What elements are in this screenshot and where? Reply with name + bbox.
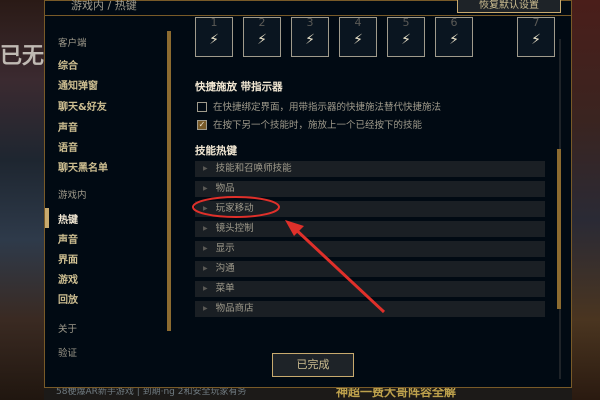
accordion-menu[interactable]: ▶ 菜单 [195,281,545,297]
accordion-label: 显示 [215,243,235,254]
accordion-label: 物品商店 [215,303,254,314]
nav-active-marker [45,208,49,228]
skills-title: 技能热键 [195,145,237,157]
key-slot-4[interactable]: 4 ⚡ [339,16,377,57]
nav-item-chat-blacklist[interactable]: 聊天黑名单 [58,159,108,174]
key-slot-6[interactable]: 6 ⚡ [435,16,473,57]
quickcast-option-1-label: 在快捷绑定界面，用带指示器的快捷施法替代快捷施法 [213,102,442,113]
nav-item-hotkeys[interactable]: 热键 [58,211,78,226]
accordion-abilities[interactable]: ▶ 技能和召唤师技能 [195,161,545,177]
lightning-icon: ⚡ [305,32,315,48]
nav-item-voice[interactable]: 语音 [58,139,78,154]
key-slot-2[interactable]: 2 ⚡ [243,16,281,57]
lightning-icon: ⚡ [353,32,363,48]
nav-section-client: 客户端 [58,38,87,49]
checkbox-unchecked[interactable] [197,101,207,112]
dialog-header: 游戏内 / 热键 恢复默认设置 [55,0,571,15]
nav-item-general[interactable]: 综合 [58,57,78,72]
triangle-right-icon: ▶ [203,225,208,232]
key-slot-1[interactable]: 1 ⚡ [195,16,233,57]
accordion-label: 物品 [215,183,235,194]
scrollbar-thumb[interactable] [557,149,561,309]
nav-item-notifications[interactable]: 通知弹窗 [58,77,98,92]
accordion-label: 沟通 [215,263,235,274]
accordion-camera-control[interactable]: ▶ 镜头控制 [195,221,545,237]
triangle-right-icon: ▶ [203,165,208,172]
key-slot-7[interactable]: 7 ⚡ [517,16,555,57]
accordion-label: 菜单 [215,283,235,294]
accordion-display[interactable]: ▶ 显示 [195,241,545,257]
nav-item-replay[interactable]: 回放 [58,291,78,306]
nav-section-about: 关于 [58,324,78,335]
nav-item-ingame-sound[interactable]: 声音 [58,231,78,246]
quickcast-option-1[interactable]: 在快捷绑定界面，用带指示器的快捷施法替代快捷施法 [197,99,441,113]
done-button[interactable]: 已完成 [272,353,354,377]
accordion-player-movement[interactable]: ▶ 玩家移动 [195,201,545,217]
checkbox-checked[interactable]: ✓ [197,119,207,130]
accordion-label: 镜头控制 [215,223,254,234]
nav-item-chat-friends[interactable]: 聊天&好友 [58,98,107,113]
key-slot-label: 3 [306,16,314,29]
breadcrumb: 游戏内 / 热键 [71,0,137,12]
triangle-right-icon: ▶ [203,185,208,192]
triangle-right-icon: ▶ [203,205,208,212]
accordion-communication[interactable]: ▶ 沟通 [195,261,545,277]
key-slot-label: 5 [402,16,410,29]
lightning-icon: ⚡ [449,32,459,48]
triangle-right-icon: ▶ [203,245,208,252]
quickcast-option-2-label: 在按下另一个技能时，施放上一个已经按下的技能 [213,120,423,131]
background-right-art [572,0,600,400]
nav-item-client-sound[interactable]: 声音 [58,119,78,134]
triangle-right-icon: ▶ [203,285,208,292]
lightning-icon: ⚡ [209,32,219,48]
key-slot-3[interactable]: 3 ⚡ [291,16,329,57]
quickcast-option-2[interactable]: ✓ 在按下另一个技能时，施放上一个已经按下的技能 [197,117,422,131]
lightning-icon: ⚡ [257,32,267,48]
triangle-right-icon: ▶ [203,305,208,312]
nav-item-interface[interactable]: 界面 [58,251,78,266]
lightning-icon: ⚡ [401,32,411,48]
background-left-text: 已无 [0,44,45,69]
accordion-label: 技能和召唤师技能 [215,163,292,174]
lightning-icon: ⚡ [531,32,541,48]
key-slot-label: 7 [532,16,540,29]
settings-dialog: 游戏内 / 热键 恢复默认设置 客户端 综合 通知弹窗 聊天&好友 声音 语音 … [44,0,572,388]
key-slot-label: 2 [258,16,266,29]
nav-item-game[interactable]: 游戏 [58,271,78,286]
reset-defaults-button[interactable]: 恢复默认设置 [457,0,561,13]
key-slot-label: 1 [210,16,218,29]
accordion-label: 玩家移动 [215,203,254,214]
key-slot-label: 4 [354,16,362,29]
nav-item-verify[interactable]: 验证 [58,345,77,359]
quickcast-title: 快捷施放 带指示器 [195,81,283,93]
accordion-item-shop[interactable]: ▶ 物品商店 [195,301,545,317]
key-slot-label: 6 [450,16,458,29]
key-slot-5[interactable]: 5 ⚡ [387,16,425,57]
ability-key-row: 1 ⚡ 2 ⚡ 3 ⚡ 4 ⚡ 5 ⚡ 6 ⚡ 7 ⚡ [195,16,555,61]
accordion-items[interactable]: ▶ 物品 [195,181,545,197]
triangle-right-icon: ▶ [203,265,208,272]
nav-section-ingame: 游戏内 [58,190,87,201]
nav-divider [167,31,171,331]
